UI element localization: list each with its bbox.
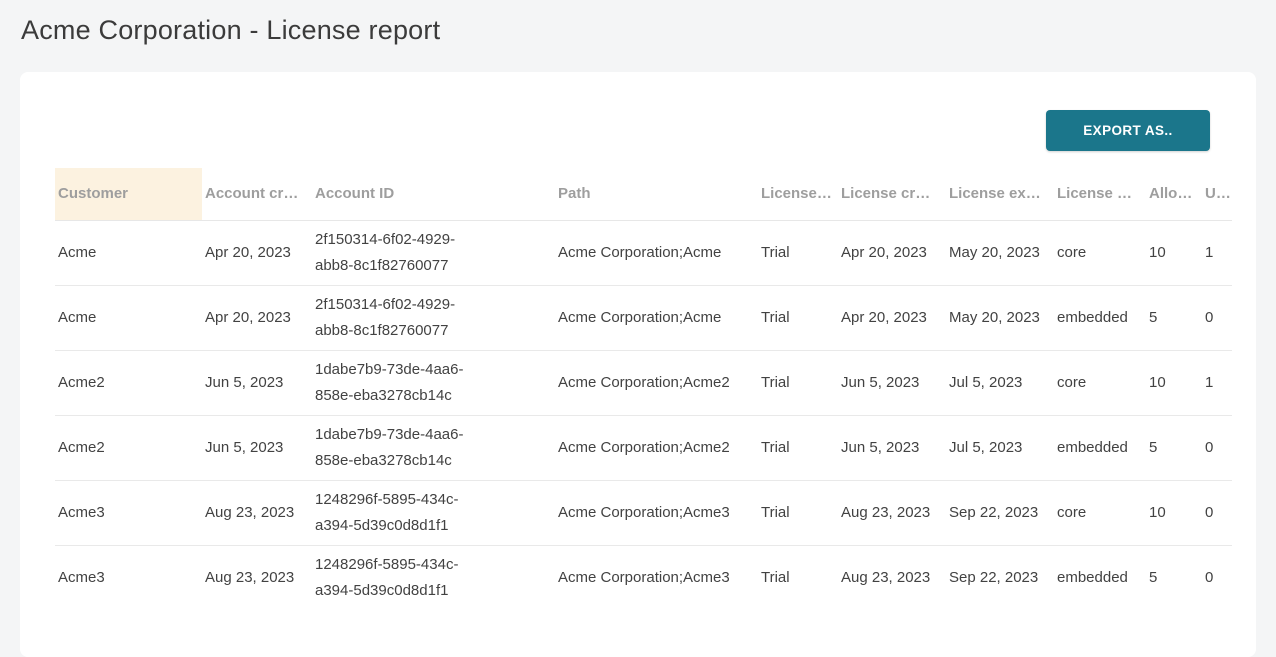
column-header-customer[interactable]: Customer xyxy=(55,168,202,220)
cell-account_created: Apr 20, 2023 xyxy=(202,220,312,285)
cell-used: 1 xyxy=(1202,220,1232,285)
column-header-license_type[interactable]: License… xyxy=(758,168,838,220)
account-id-value: 1248296f-5895-434c-a394-5d39c0d8d1f1 xyxy=(315,552,491,604)
cell-allocated: 5 xyxy=(1146,415,1202,480)
cell-license_expires: May 20, 2023 xyxy=(946,285,1054,350)
table-row: Acme2Jun 5, 20231dabe7b9-73de-4aa6-858e-… xyxy=(55,350,1232,415)
cell-license_type: Trial xyxy=(758,545,838,610)
cell-customer: Acme2 xyxy=(55,350,202,415)
cell-license_expires: Jul 5, 2023 xyxy=(946,415,1054,480)
cell-used: 0 xyxy=(1202,415,1232,480)
cell-account_id: 2f150314-6f02-4929-abb8-8c1f82760077 xyxy=(312,285,555,350)
cell-account_created: Jun 5, 2023 xyxy=(202,350,312,415)
column-header-license_created[interactable]: License cr… xyxy=(838,168,946,220)
table-header-row: CustomerAccount cr…Account IDPathLicense… xyxy=(55,168,1232,220)
column-header-license_product[interactable]: License … xyxy=(1054,168,1146,220)
account-id-value: 2f150314-6f02-4929-abb8-8c1f82760077 xyxy=(315,292,491,344)
table-row: Acme2Jun 5, 20231dabe7b9-73de-4aa6-858e-… xyxy=(55,415,1232,480)
cell-path: Acme Corporation;Acme xyxy=(555,285,758,350)
account-id-value: 2f150314-6f02-4929-abb8-8c1f82760077 xyxy=(315,227,491,279)
cell-license_type: Trial xyxy=(758,285,838,350)
cell-path: Acme Corporation;Acme3 xyxy=(555,480,758,545)
cell-license_product: core xyxy=(1054,350,1146,415)
cell-allocated: 5 xyxy=(1146,545,1202,610)
cell-allocated: 10 xyxy=(1146,480,1202,545)
column-header-account_id[interactable]: Account ID xyxy=(312,168,555,220)
cell-path: Acme Corporation;Acme2 xyxy=(555,350,758,415)
page-title: Acme Corporation - License report xyxy=(21,12,1276,48)
report-card: EXPORT AS.. CustomerAccount cr…Account I… xyxy=(20,72,1256,657)
table-row: Acme3Aug 23, 20231248296f-5895-434c-a394… xyxy=(55,545,1232,610)
cell-license_product: core xyxy=(1054,220,1146,285)
cell-path: Acme Corporation;Acme3 xyxy=(555,545,758,610)
license-table: CustomerAccount cr…Account IDPathLicense… xyxy=(55,168,1232,610)
export-as-button[interactable]: EXPORT AS.. xyxy=(1046,110,1210,151)
cell-license_type: Trial xyxy=(758,220,838,285)
cell-account_created: Aug 23, 2023 xyxy=(202,480,312,545)
toolbar: EXPORT AS.. xyxy=(55,110,1232,151)
table-row: Acme3Aug 23, 20231248296f-5895-434c-a394… xyxy=(55,480,1232,545)
cell-account_created: Jun 5, 2023 xyxy=(202,415,312,480)
cell-account_created: Apr 20, 2023 xyxy=(202,285,312,350)
cell-allocated: 5 xyxy=(1146,285,1202,350)
column-header-path[interactable]: Path xyxy=(555,168,758,220)
cell-used: 0 xyxy=(1202,545,1232,610)
cell-license_created: Jun 5, 2023 xyxy=(838,350,946,415)
cell-license_type: Trial xyxy=(758,415,838,480)
cell-account_id: 1dabe7b9-73de-4aa6-858e-eba3278cb14c xyxy=(312,415,555,480)
page-header: Acme Corporation - License report xyxy=(0,0,1276,72)
table-row: AcmeApr 20, 20232f150314-6f02-4929-abb8-… xyxy=(55,285,1232,350)
column-header-license_expires[interactable]: License ex… xyxy=(946,168,1054,220)
cell-license_created: Apr 20, 2023 xyxy=(838,285,946,350)
table-body: AcmeApr 20, 20232f150314-6f02-4929-abb8-… xyxy=(55,220,1232,610)
cell-license_expires: Sep 22, 2023 xyxy=(946,480,1054,545)
cell-customer: Acme3 xyxy=(55,545,202,610)
cell-account_id: 1248296f-5895-434c-a394-5d39c0d8d1f1 xyxy=(312,480,555,545)
cell-account_id: 1dabe7b9-73de-4aa6-858e-eba3278cb14c xyxy=(312,350,555,415)
cell-license_expires: Jul 5, 2023 xyxy=(946,350,1054,415)
cell-account_id: 1248296f-5895-434c-a394-5d39c0d8d1f1 xyxy=(312,545,555,610)
cell-license_type: Trial xyxy=(758,350,838,415)
column-header-account_created[interactable]: Account cr… xyxy=(202,168,312,220)
cell-customer: Acme xyxy=(55,220,202,285)
cell-license_expires: May 20, 2023 xyxy=(946,220,1054,285)
cell-license_expires: Sep 22, 2023 xyxy=(946,545,1054,610)
cell-license_type: Trial xyxy=(758,480,838,545)
cell-customer: Acme3 xyxy=(55,480,202,545)
account-id-value: 1dabe7b9-73de-4aa6-858e-eba3278cb14c xyxy=(315,422,491,474)
cell-path: Acme Corporation;Acme2 xyxy=(555,415,758,480)
cell-allocated: 10 xyxy=(1146,350,1202,415)
cell-license_created: Apr 20, 2023 xyxy=(838,220,946,285)
account-id-value: 1248296f-5895-434c-a394-5d39c0d8d1f1 xyxy=(315,487,491,539)
column-header-used[interactable]: U… xyxy=(1202,168,1232,220)
cell-account_id: 2f150314-6f02-4929-abb8-8c1f82760077 xyxy=(312,220,555,285)
cell-allocated: 10 xyxy=(1146,220,1202,285)
account-id-value: 1dabe7b9-73de-4aa6-858e-eba3278cb14c xyxy=(315,357,491,409)
cell-license_created: Aug 23, 2023 xyxy=(838,480,946,545)
cell-path: Acme Corporation;Acme xyxy=(555,220,758,285)
cell-customer: Acme2 xyxy=(55,415,202,480)
cell-used: 0 xyxy=(1202,285,1232,350)
cell-license_product: embedded xyxy=(1054,415,1146,480)
cell-used: 0 xyxy=(1202,480,1232,545)
column-header-allocated[interactable]: Allo… xyxy=(1146,168,1202,220)
cell-license_created: Aug 23, 2023 xyxy=(838,545,946,610)
cell-license_product: embedded xyxy=(1054,545,1146,610)
cell-used: 1 xyxy=(1202,350,1232,415)
cell-license_product: embedded xyxy=(1054,285,1146,350)
cell-license_created: Jun 5, 2023 xyxy=(838,415,946,480)
cell-customer: Acme xyxy=(55,285,202,350)
table-row: AcmeApr 20, 20232f150314-6f02-4929-abb8-… xyxy=(55,220,1232,285)
cell-account_created: Aug 23, 2023 xyxy=(202,545,312,610)
license-table-container: CustomerAccount cr…Account IDPathLicense… xyxy=(55,168,1232,610)
cell-license_product: core xyxy=(1054,480,1146,545)
